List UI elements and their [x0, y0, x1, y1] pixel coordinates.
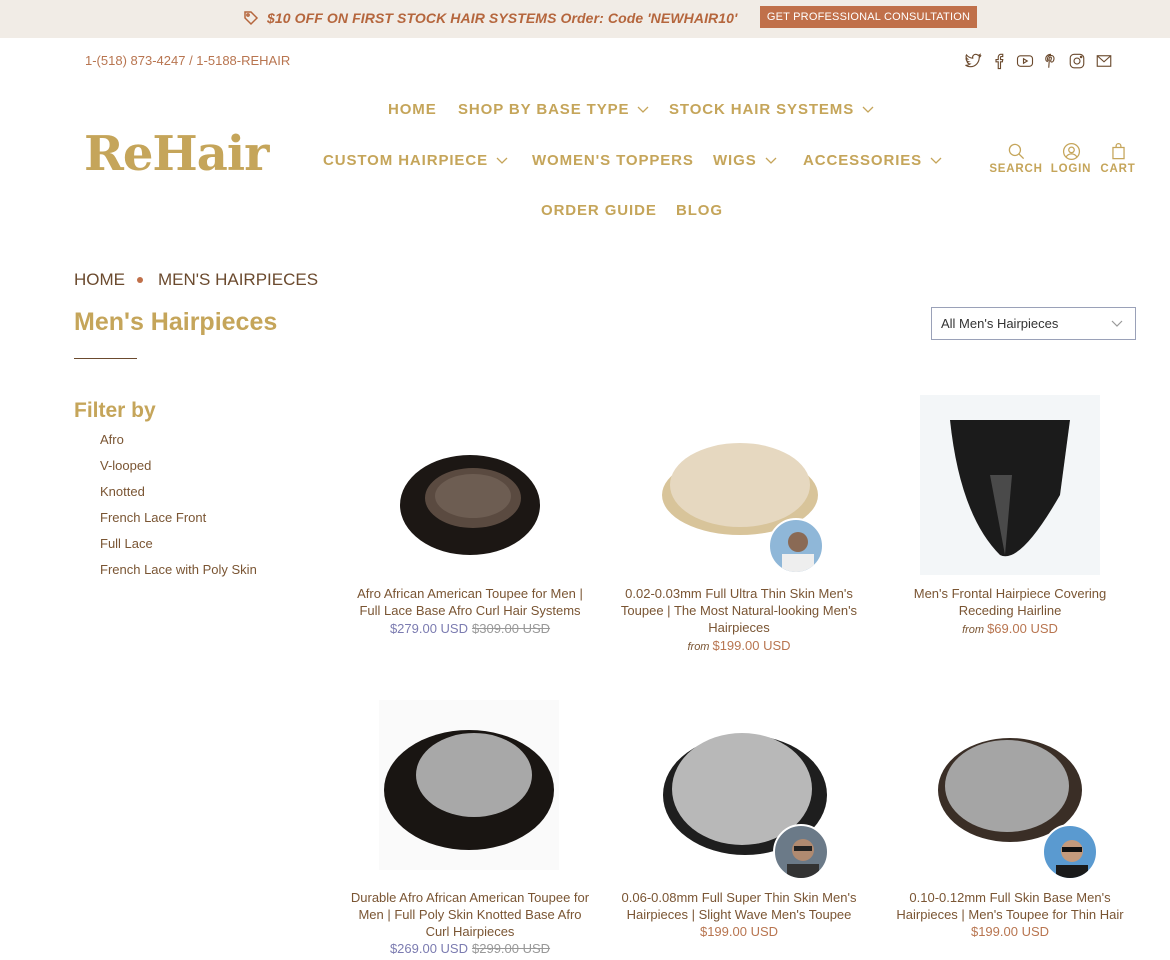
cart-label: CART [1100, 163, 1136, 175]
youtube-icon[interactable] [1016, 52, 1034, 70]
nav-shop-by-base-type[interactable]: SHOP BY BASE TYPE [458, 101, 649, 118]
original-price: $299.00 USD [472, 941, 551, 956]
email-icon[interactable] [1095, 52, 1113, 70]
sale-price: $279.00 USD [389, 621, 468, 636]
price: $199.00 USD [712, 638, 791, 653]
nav-womens-toppers[interactable]: WOMEN'S TOPPERS [532, 152, 694, 169]
breadcrumb-home[interactable]: HOME [74, 270, 125, 290]
nav-stock-hair-systems[interactable]: STOCK HAIR SYSTEMS [669, 101, 874, 118]
nav-custom-label: CUSTOM HAIRPIECE [323, 152, 488, 169]
nav-accessories-label: ACCESSORIES [803, 152, 923, 169]
nav-custom-hairpiece[interactable]: CUSTOM HAIRPIECE [323, 152, 508, 169]
cart-button[interactable]: CART [1090, 142, 1146, 175]
product-image[interactable] [379, 700, 559, 870]
search-label: SEARCH [989, 163, 1043, 175]
collection-select[interactable]: All Men's Hairpieces [931, 307, 1136, 340]
promo-text: $10 OFF ON FIRST STOCK HAIR SYSTEMS Orde… [267, 10, 738, 26]
chevron-down-icon [1111, 320, 1123, 327]
filter-item-french-lace-front[interactable]: French Lace Front [100, 510, 206, 525]
avatar [1042, 824, 1098, 880]
nav-order-guide[interactable]: ORDER GUIDE [541, 202, 657, 219]
pinterest-icon[interactable] [1042, 52, 1060, 70]
filter-title: Filter by [74, 399, 156, 422]
chevron-down-icon [638, 106, 649, 113]
price: $199.00 USD [970, 924, 1050, 939]
from-label: from [687, 641, 710, 653]
avatar [768, 518, 824, 574]
avatar [773, 824, 829, 880]
nav-stock-hair-label: STOCK HAIR SYSTEMS [669, 101, 855, 118]
from-label: from [962, 624, 985, 636]
breadcrumb-separator [137, 277, 143, 283]
product-title[interactable]: Afro African American Toupee for Men | F… [345, 585, 595, 619]
filter-item-knotted[interactable]: Knotted [100, 484, 145, 499]
collection-select-value: All Men's Hairpieces [941, 316, 1059, 331]
phone-number[interactable]: 1-(518) 873-4247 / 1-5188-REHAIR [85, 53, 290, 68]
logo[interactable]: ReHair [84, 130, 269, 178]
consultation-button[interactable]: GET PROFESSIONAL CONSULTATION [760, 6, 977, 28]
product-image[interactable] [920, 395, 1100, 575]
nav-home-label: HOME [388, 101, 437, 118]
product-price: from $69.00 USD [885, 621, 1135, 636]
page-title: Men's Hairpieces [74, 308, 278, 336]
chevron-down-icon [765, 157, 777, 164]
product-image[interactable] [385, 420, 555, 570]
search-button[interactable]: SEARCH [988, 142, 1044, 175]
product-title[interactable]: 0.02-0.03mm Full Ultra Thin Skin Men's T… [614, 585, 864, 636]
product-price: $279.00 USD $309.00 USD [345, 621, 595, 636]
cart-icon [1111, 142, 1125, 160]
product-price: from $199.00 USD [614, 638, 864, 653]
product-price: $269.00 USD $299.00 USD [345, 941, 595, 956]
twitter-icon[interactable] [964, 52, 982, 70]
product-title[interactable]: 0.10-0.12mm Full Skin Base Men's Hairpie… [885, 889, 1135, 923]
sale-price: $269.00 USD [389, 941, 468, 956]
chevron-down-icon [862, 106, 874, 113]
filter-item-afro[interactable]: Afro [100, 432, 124, 447]
nav-blog[interactable]: BLOG [676, 202, 723, 219]
product-title[interactable]: Men's Frontal Hairpiece Covering Recedin… [885, 585, 1135, 619]
search-icon [1008, 143, 1024, 160]
tag-icon [244, 11, 259, 26]
nav-order-guide-label: ORDER GUIDE [541, 202, 657, 219]
nav-blog-label: BLOG [676, 202, 723, 219]
nav-home[interactable]: HOME [388, 101, 437, 118]
original-price: $309.00 USD [472, 621, 551, 636]
facebook-icon[interactable] [990, 52, 1008, 70]
nav-accessories[interactable]: ACCESSORIES [803, 152, 942, 169]
price: $199.00 USD [699, 924, 779, 939]
product-title[interactable]: 0.06-0.08mm Full Super Thin Skin Men's H… [614, 889, 864, 923]
promo-bar: $10 OFF ON FIRST STOCK HAIR SYSTEMS Orde… [0, 0, 1170, 38]
chevron-down-icon [930, 157, 942, 164]
product-price: $199.00 USD [614, 924, 864, 939]
nav-wigs-label: WIGS [713, 152, 757, 169]
nav-wigs[interactable]: WIGS [713, 152, 777, 169]
title-divider [74, 358, 137, 359]
filter-item-french-lace-poly-skin[interactable]: French Lace with Poly Skin [100, 562, 257, 577]
instagram-icon[interactable] [1068, 52, 1086, 70]
price: $69.00 USD [987, 621, 1058, 636]
product-price: $199.00 USD [885, 924, 1135, 939]
breadcrumb-current: MEN'S HAIRPIECES [158, 270, 319, 289]
nav-womens-label: WOMEN'S TOPPERS [532, 152, 694, 169]
product-title[interactable]: Durable Afro African American Toupee for… [345, 889, 595, 940]
filter-item-v-looped[interactable]: V-looped [100, 458, 151, 473]
user-icon [1062, 142, 1080, 161]
nav-shop-by-base-label: SHOP BY BASE TYPE [458, 101, 630, 118]
filter-item-full-lace[interactable]: Full Lace [100, 536, 153, 551]
chevron-down-icon [496, 157, 508, 164]
